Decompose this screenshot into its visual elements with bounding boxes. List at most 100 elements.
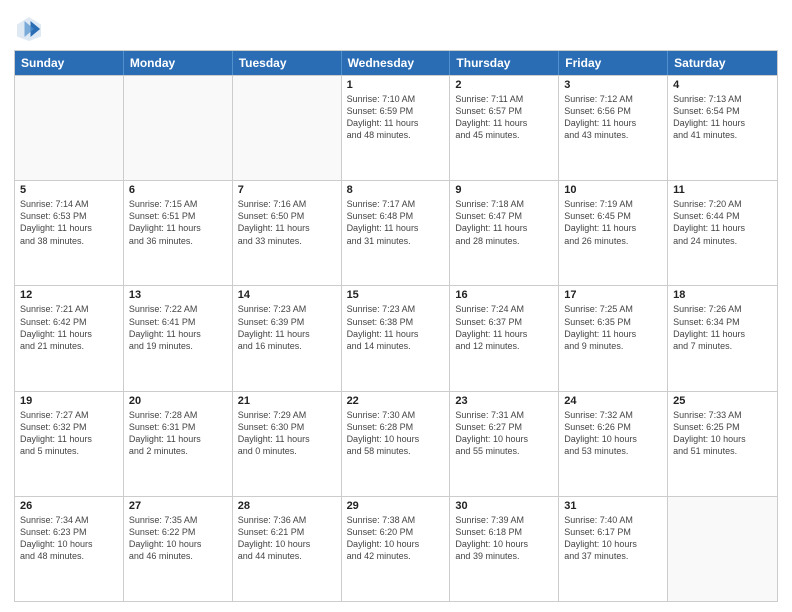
day-number: 11 xyxy=(673,184,772,196)
header-day-sunday: Sunday xyxy=(15,51,124,75)
header xyxy=(14,10,778,44)
day-info: Sunrise: 7:22 AM Sunset: 6:41 PM Dayligh… xyxy=(129,303,227,352)
header-day-thursday: Thursday xyxy=(450,51,559,75)
day-number: 25 xyxy=(673,395,772,407)
day-info: Sunrise: 7:32 AM Sunset: 6:26 PM Dayligh… xyxy=(564,409,662,458)
day-cell-11: 11 Sunrise: 7:20 AM Sunset: 6:44 PM Dayli… xyxy=(668,181,777,285)
day-cell-19: 19 Sunrise: 7:27 AM Sunset: 6:32 PM Dayli… xyxy=(15,392,124,496)
day-info: Sunrise: 7:21 AM Sunset: 6:42 PM Dayligh… xyxy=(20,303,118,352)
header-day-friday: Friday xyxy=(559,51,668,75)
day-info: Sunrise: 7:14 AM Sunset: 6:53 PM Dayligh… xyxy=(20,198,118,247)
empty-cell xyxy=(233,76,342,180)
day-info: Sunrise: 7:15 AM Sunset: 6:51 PM Dayligh… xyxy=(129,198,227,247)
empty-cell xyxy=(124,76,233,180)
day-info: Sunrise: 7:20 AM Sunset: 6:44 PM Dayligh… xyxy=(673,198,772,247)
day-cell-8: 8Sunrise: 7:17 AM Sunset: 6:48 PM Daylig… xyxy=(342,181,451,285)
day-info: Sunrise: 7:13 AM Sunset: 6:54 PM Dayligh… xyxy=(673,93,772,142)
day-info: Sunrise: 7:26 AM Sunset: 6:34 PM Dayligh… xyxy=(673,303,772,352)
day-cell-3: 3 Sunrise: 7:12 AM Sunset: 6:56 PM Daylig… xyxy=(559,76,668,180)
day-info: Sunrise: 7:18 AM Sunset: 6:47 PM Dayligh… xyxy=(455,198,553,247)
day-number: 17 xyxy=(564,289,662,301)
day-number: 16 xyxy=(455,289,553,301)
day-info: Sunrise: 7:36 AM Sunset: 6:21 PM Dayligh… xyxy=(238,514,336,563)
day-info: Sunrise: 7:11 AM Sunset: 6:57 PM Dayligh… xyxy=(455,93,553,142)
day-cell-1: 1 Sunrise: 7:10 AM Sunset: 6:59 PM Daylig… xyxy=(342,76,451,180)
day-number: 29 xyxy=(347,500,445,512)
day-cell-4: 4 Sunrise: 7:13 AM Sunset: 6:54 PM Daylig… xyxy=(668,76,777,180)
calendar-header: SundayMondayTuesdayWednesdayThursdayFrid… xyxy=(15,51,777,75)
day-number: 14 xyxy=(238,289,336,301)
day-cell-28: 28 Sunrise: 7:36 AM Sunset: 6:21 PM Dayli… xyxy=(233,497,342,601)
day-number: 1 xyxy=(347,79,445,91)
day-number: 5 xyxy=(20,184,118,196)
day-info: Sunrise: 7:28 AM Sunset: 6:31 PM Dayligh… xyxy=(129,409,227,458)
day-cell-2: 2Sunrise: 7:11 AM Sunset: 6:57 PM Daylig… xyxy=(450,76,559,180)
day-info: Sunrise: 7:40 AM Sunset: 6:17 PM Dayligh… xyxy=(564,514,662,563)
day-info: Sunrise: 7:27 AM Sunset: 6:32 PM Dayligh… xyxy=(20,409,118,458)
day-number: 13 xyxy=(129,289,227,301)
day-cell-15: 15 Sunrise: 7:23 AM Sunset: 6:38 PM Dayli… xyxy=(342,286,451,390)
logo-icon xyxy=(14,14,44,44)
day-number: 10 xyxy=(564,184,662,196)
day-number: 18 xyxy=(673,289,772,301)
day-info: Sunrise: 7:31 AM Sunset: 6:27 PM Dayligh… xyxy=(455,409,553,458)
day-number: 19 xyxy=(20,395,118,407)
day-info: Sunrise: 7:16 AM Sunset: 6:50 PM Dayligh… xyxy=(238,198,336,247)
day-cell-24: 24Sunrise: 7:32 AM Sunset: 6:26 PM Dayli… xyxy=(559,392,668,496)
day-cell-21: 21 Sunrise: 7:29 AM Sunset: 6:30 PM Dayli… xyxy=(233,392,342,496)
day-info: Sunrise: 7:24 AM Sunset: 6:37 PM Dayligh… xyxy=(455,303,553,352)
day-cell-12: 12 Sunrise: 7:21 AM Sunset: 6:42 PM Dayli… xyxy=(15,286,124,390)
day-cell-6: 6Sunrise: 7:15 AM Sunset: 6:51 PM Daylig… xyxy=(124,181,233,285)
day-cell-31: 31 Sunrise: 7:40 AM Sunset: 6:17 PM Dayli… xyxy=(559,497,668,601)
week-row-4: 19 Sunrise: 7:27 AM Sunset: 6:32 PM Dayli… xyxy=(15,391,777,496)
day-info: Sunrise: 7:29 AM Sunset: 6:30 PM Dayligh… xyxy=(238,409,336,458)
day-number: 3 xyxy=(564,79,662,91)
day-info: Sunrise: 7:23 AM Sunset: 6:39 PM Dayligh… xyxy=(238,303,336,352)
day-cell-30: 30 Sunrise: 7:39 AM Sunset: 6:18 PM Dayli… xyxy=(450,497,559,601)
day-number: 26 xyxy=(20,500,118,512)
day-cell-5: 5 Sunrise: 7:14 AM Sunset: 6:53 PM Daylig… xyxy=(15,181,124,285)
day-cell-27: 27 Sunrise: 7:35 AM Sunset: 6:22 PM Dayli… xyxy=(124,497,233,601)
day-cell-14: 14 Sunrise: 7:23 AM Sunset: 6:39 PM Dayli… xyxy=(233,286,342,390)
day-info: Sunrise: 7:39 AM Sunset: 6:18 PM Dayligh… xyxy=(455,514,553,563)
day-cell-9: 9Sunrise: 7:18 AM Sunset: 6:47 PM Daylig… xyxy=(450,181,559,285)
day-number: 27 xyxy=(129,500,227,512)
day-cell-16: 16 Sunrise: 7:24 AM Sunset: 6:37 PM Dayli… xyxy=(450,286,559,390)
day-number: 7 xyxy=(238,184,336,196)
day-number: 15 xyxy=(347,289,445,301)
header-day-wednesday: Wednesday xyxy=(342,51,451,75)
day-info: Sunrise: 7:23 AM Sunset: 6:38 PM Dayligh… xyxy=(347,303,445,352)
week-row-2: 5 Sunrise: 7:14 AM Sunset: 6:53 PM Daylig… xyxy=(15,180,777,285)
day-info: Sunrise: 7:19 AM Sunset: 6:45 PM Dayligh… xyxy=(564,198,662,247)
day-number: 22 xyxy=(347,395,445,407)
day-number: 12 xyxy=(20,289,118,301)
day-number: 23 xyxy=(455,395,553,407)
day-cell-20: 20 Sunrise: 7:28 AM Sunset: 6:31 PM Dayli… xyxy=(124,392,233,496)
week-row-1: 1 Sunrise: 7:10 AM Sunset: 6:59 PM Daylig… xyxy=(15,75,777,180)
day-number: 20 xyxy=(129,395,227,407)
day-number: 28 xyxy=(238,500,336,512)
day-cell-22: 22 Sunrise: 7:30 AM Sunset: 6:28 PM Dayli… xyxy=(342,392,451,496)
day-number: 8 xyxy=(347,184,445,196)
day-info: Sunrise: 7:10 AM Sunset: 6:59 PM Dayligh… xyxy=(347,93,445,142)
day-info: Sunrise: 7:33 AM Sunset: 6:25 PM Dayligh… xyxy=(673,409,772,458)
day-number: 4 xyxy=(673,79,772,91)
day-number: 31 xyxy=(564,500,662,512)
day-number: 21 xyxy=(238,395,336,407)
day-info: Sunrise: 7:35 AM Sunset: 6:22 PM Dayligh… xyxy=(129,514,227,563)
day-info: Sunrise: 7:30 AM Sunset: 6:28 PM Dayligh… xyxy=(347,409,445,458)
day-info: Sunrise: 7:38 AM Sunset: 6:20 PM Dayligh… xyxy=(347,514,445,563)
day-info: Sunrise: 7:25 AM Sunset: 6:35 PM Dayligh… xyxy=(564,303,662,352)
day-cell-18: 18 Sunrise: 7:26 AM Sunset: 6:34 PM Dayli… xyxy=(668,286,777,390)
day-cell-10: 10 Sunrise: 7:19 AM Sunset: 6:45 PM Dayli… xyxy=(559,181,668,285)
day-number: 30 xyxy=(455,500,553,512)
week-row-3: 12 Sunrise: 7:21 AM Sunset: 6:42 PM Dayli… xyxy=(15,285,777,390)
day-cell-17: 17 Sunrise: 7:25 AM Sunset: 6:35 PM Dayli… xyxy=(559,286,668,390)
week-row-5: 26 Sunrise: 7:34 AM Sunset: 6:23 PM Dayli… xyxy=(15,496,777,601)
calendar: SundayMondayTuesdayWednesdayThursdayFrid… xyxy=(14,50,778,602)
calendar-body: 1 Sunrise: 7:10 AM Sunset: 6:59 PM Daylig… xyxy=(15,75,777,601)
day-cell-13: 13 Sunrise: 7:22 AM Sunset: 6:41 PM Dayli… xyxy=(124,286,233,390)
header-day-tuesday: Tuesday xyxy=(233,51,342,75)
day-info: Sunrise: 7:34 AM Sunset: 6:23 PM Dayligh… xyxy=(20,514,118,563)
day-info: Sunrise: 7:12 AM Sunset: 6:56 PM Dayligh… xyxy=(564,93,662,142)
